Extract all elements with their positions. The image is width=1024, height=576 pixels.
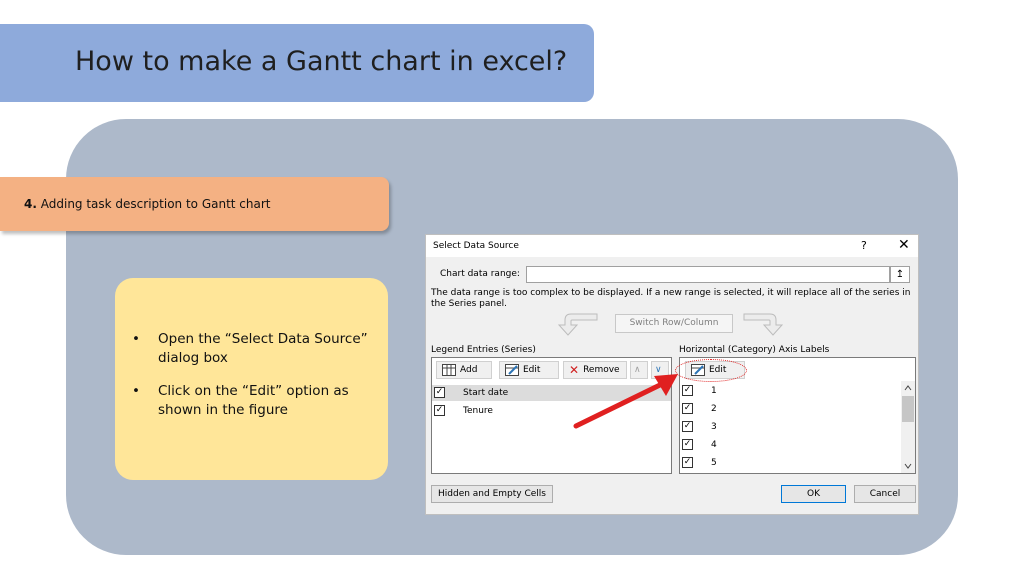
switch-row-column-button[interactable]: Switch Row/Column xyxy=(615,314,733,333)
chevron-down-icon[interactable] xyxy=(904,463,912,469)
axis-value: 5 xyxy=(711,458,717,468)
scroll-thumb[interactable] xyxy=(902,396,914,422)
collapse-icon: ↥ xyxy=(895,269,905,280)
ok-label: OK xyxy=(807,489,820,499)
cancel-button[interactable]: Cancel xyxy=(854,485,916,503)
add-series-button[interactable]: Add xyxy=(436,361,492,379)
axis-item[interactable]: ✓ 2 xyxy=(680,401,915,417)
chart-data-range-input[interactable] xyxy=(526,266,890,283)
checkbox[interactable]: ✓ xyxy=(682,457,693,468)
switch-row-column-label: Switch Row/Column xyxy=(629,318,719,328)
axis-item[interactable]: ✓ 1 xyxy=(680,383,915,399)
checkbox[interactable]: ✓ xyxy=(682,385,693,396)
switch-left-arrow-icon xyxy=(557,313,598,336)
series-name: Tenure xyxy=(463,406,493,416)
hidden-empty-cells-label: Hidden and Empty Cells xyxy=(438,489,546,499)
axis-value: 4 xyxy=(711,440,717,450)
collapse-dialog-button[interactable]: ↥ xyxy=(890,266,910,283)
switch-right-arrow-icon xyxy=(743,313,784,336)
close-button[interactable]: ✕ xyxy=(898,237,910,253)
help-button[interactable]: ? xyxy=(861,239,867,252)
edit-icon xyxy=(505,364,519,376)
add-label: Add xyxy=(460,365,478,375)
checkbox[interactable]: ✓ xyxy=(682,403,693,414)
add-icon xyxy=(442,364,456,376)
instruction-item: • Open the “Select Data Source” dialog bo… xyxy=(130,330,380,368)
checkbox[interactable]: ✓ xyxy=(434,387,445,398)
step-number: 4. xyxy=(24,197,37,211)
edit-highlight-circle xyxy=(675,359,747,382)
edit-label: Edit xyxy=(523,365,541,375)
edit-series-button[interactable]: Edit xyxy=(499,361,559,379)
step-description: Adding task description to Gantt chart xyxy=(40,197,271,211)
axis-item[interactable]: ✓ 3 xyxy=(680,419,915,435)
ok-button[interactable]: OK xyxy=(781,485,846,503)
axis-value: 3 xyxy=(711,422,717,432)
instruction-item: • Click on the “Edit” option as shown in … xyxy=(130,382,380,420)
chevron-up-icon[interactable] xyxy=(904,385,912,391)
bullet-icon: • xyxy=(132,331,140,347)
series-name: Start date xyxy=(463,388,509,398)
dialog-title: Select Data Source xyxy=(433,241,519,251)
range-info-text: The data range is too complex to be disp… xyxy=(431,288,911,309)
legend-entries-label: Legend Entries (Series) xyxy=(431,345,536,355)
axis-value: 2 xyxy=(711,404,717,414)
axis-scrollbar[interactable] xyxy=(901,381,915,473)
checkbox[interactable]: ✓ xyxy=(682,439,693,450)
instruction-text: Click on the “Edit” option as shown in t… xyxy=(158,383,349,418)
checkbox[interactable]: ✓ xyxy=(682,421,693,432)
hidden-empty-cells-button[interactable]: Hidden and Empty Cells xyxy=(431,485,553,503)
axis-item[interactable]: ✓ 5 xyxy=(680,455,915,471)
slide-title: How to make a Gantt chart in excel? xyxy=(75,46,568,77)
step-label: 4. Adding task description to Gantt char… xyxy=(24,197,271,211)
axis-item[interactable]: ✓ 4 xyxy=(680,437,915,453)
axis-labels-label: Horizontal (Category) Axis Labels xyxy=(679,345,830,355)
chart-data-range-label: Chart data range: xyxy=(440,269,520,279)
instruction-list: • Open the “Select Data Source” dialog bo… xyxy=(130,330,380,434)
bullet-icon: • xyxy=(132,383,140,399)
instruction-text: Open the “Select Data Source” dialog box xyxy=(158,331,368,366)
checkbox[interactable]: ✓ xyxy=(434,405,445,416)
axis-value: 1 xyxy=(711,386,717,396)
pointer-arrow-icon xyxy=(573,374,678,429)
cancel-label: Cancel xyxy=(869,489,901,499)
